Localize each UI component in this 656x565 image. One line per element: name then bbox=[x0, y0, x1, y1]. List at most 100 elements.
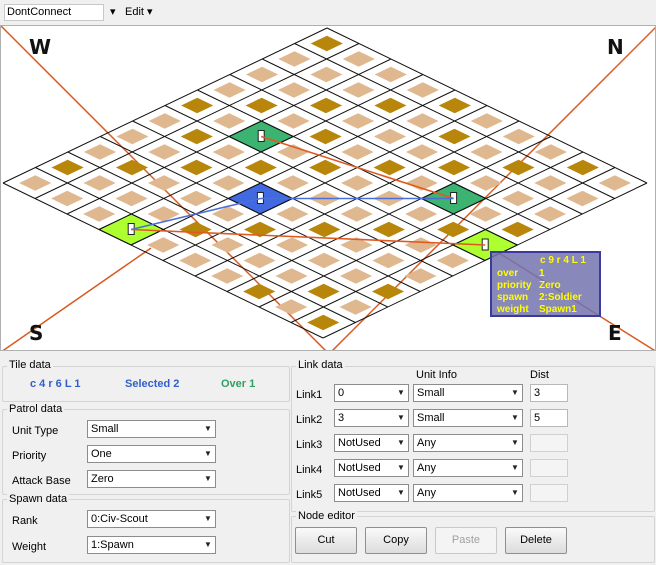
link-unit-select[interactable]: Small ▼ bbox=[413, 384, 523, 402]
link-dist-field[interactable]: 3 bbox=[530, 384, 568, 402]
link-dist-field[interactable] bbox=[530, 484, 568, 502]
unit-type-select[interactable]: Small ▼ bbox=[87, 420, 216, 438]
floor-tile bbox=[179, 190, 213, 207]
floor-tile bbox=[181, 97, 214, 114]
compass-north-label: N bbox=[607, 35, 624, 59]
link-unit-value: Any bbox=[417, 487, 436, 499]
delete-button[interactable]: Delete bbox=[505, 527, 567, 554]
link-target-select[interactable]: 0 ▼ bbox=[334, 384, 409, 402]
floor-tile bbox=[341, 113, 375, 129]
floor-tile bbox=[566, 159, 599, 176]
map-canvas[interactable]: W N S E c 9 r 4 L 1 over 1 priority Zero s… bbox=[0, 25, 656, 351]
link-target-value: NotUsed bbox=[338, 437, 381, 449]
weight-select[interactable]: 1:Spawn ▼ bbox=[87, 536, 216, 554]
spawn-data-title: Spawn data bbox=[7, 493, 70, 505]
floor-tile bbox=[83, 144, 117, 160]
chevron-down-icon: ▼ bbox=[204, 424, 212, 433]
floor-tile bbox=[341, 175, 374, 191]
floor-tile bbox=[339, 268, 373, 284]
floor-tile bbox=[275, 237, 309, 253]
attack-base-value: Zero bbox=[91, 473, 114, 485]
tooltip-key: weight bbox=[497, 304, 529, 315]
cut-button[interactable]: Cut bbox=[295, 527, 357, 554]
floor-tile bbox=[438, 128, 471, 145]
tooltip-row: over 1 bbox=[497, 268, 545, 280]
link-target-select[interactable]: NotUsed ▼ bbox=[334, 484, 409, 502]
dist-header: Dist bbox=[530, 369, 549, 381]
link-dist-field[interactable]: 5 bbox=[530, 409, 568, 427]
tooltip-row: weight Spawn1 bbox=[497, 304, 577, 316]
floor-tile bbox=[277, 82, 311, 98]
link-unit-select[interactable]: Any ▼ bbox=[413, 434, 523, 452]
floor-tile bbox=[436, 252, 469, 269]
copy-button[interactable]: Copy bbox=[365, 527, 427, 554]
floor-tile bbox=[307, 314, 340, 331]
floor-tile bbox=[212, 175, 245, 191]
link-target-select[interactable]: NotUsed ▼ bbox=[334, 434, 409, 452]
chevron-down-icon: ▼ bbox=[397, 463, 405, 472]
attack-base-select[interactable]: Zero ▼ bbox=[87, 470, 216, 488]
view-line bbox=[2, 247, 152, 350]
floor-tile bbox=[339, 299, 372, 315]
link-target-select[interactable]: 3 ▼ bbox=[334, 409, 409, 427]
floor-tile bbox=[277, 113, 310, 129]
floor-tile bbox=[309, 97, 343, 114]
link-unit-select[interactable]: Any ▼ bbox=[413, 484, 523, 502]
floor-tile bbox=[470, 113, 503, 129]
floor-tile bbox=[179, 252, 212, 269]
floor-tile bbox=[470, 144, 503, 160]
floor-tile bbox=[374, 66, 407, 83]
chevron-down-icon: ▼ bbox=[397, 413, 405, 422]
rank-select[interactable]: 0:Civ-Scout ▼ bbox=[87, 510, 216, 528]
link-target-value: 0 bbox=[338, 387, 345, 399]
attack-base-label: Attack Base bbox=[12, 475, 71, 487]
selected-count-text: Selected 2 bbox=[125, 378, 180, 390]
chevron-down-icon: ▼ bbox=[397, 488, 405, 497]
link-unit-select[interactable]: Small ▼ bbox=[413, 409, 523, 427]
floor-tile bbox=[51, 190, 84, 207]
compass-east-label: E bbox=[608, 321, 622, 345]
link-data-title: Link data bbox=[296, 359, 345, 371]
paste-button[interactable]: Paste bbox=[435, 527, 497, 554]
floor-tile bbox=[438, 97, 471, 114]
link-dist-field[interactable] bbox=[530, 459, 568, 477]
floor-tile bbox=[310, 35, 343, 52]
floor-tile bbox=[405, 206, 438, 222]
floor-tile bbox=[213, 82, 246, 98]
map-menu-button[interactable]: ▾ bbox=[110, 4, 116, 21]
link-unit-value: Small bbox=[417, 412, 445, 424]
floor-tile bbox=[308, 221, 341, 238]
link-label: Link3 bbox=[296, 439, 323, 451]
floor-tile bbox=[309, 159, 342, 176]
floor-tile bbox=[501, 221, 534, 238]
floor-tile bbox=[245, 97, 278, 114]
floor-tile bbox=[404, 268, 437, 284]
chevron-down-icon: ▼ bbox=[511, 488, 519, 497]
chevron-down-icon: ▼ bbox=[204, 540, 212, 549]
edit-menu-button[interactable]: Edit ▾ bbox=[125, 4, 153, 21]
floor-tile bbox=[244, 159, 277, 176]
floor-tile bbox=[342, 82, 375, 98]
floor-tile bbox=[533, 206, 567, 222]
link-target-value: NotUsed bbox=[338, 487, 381, 499]
floor-tile bbox=[243, 283, 276, 300]
floor-tile bbox=[275, 299, 308, 315]
floor-tile bbox=[83, 206, 116, 222]
link-dist-field[interactable] bbox=[530, 434, 568, 452]
link-target-select[interactable]: NotUsed ▼ bbox=[334, 459, 409, 477]
chevron-down-icon: ▼ bbox=[511, 388, 519, 397]
chevron-down-icon: ▼ bbox=[511, 413, 519, 422]
floor-tile bbox=[212, 144, 245, 160]
map-name-field[interactable]: DontConnect bbox=[4, 4, 104, 21]
priority-select[interactable]: One ▼ bbox=[87, 445, 216, 463]
floor-tile bbox=[501, 190, 535, 207]
floor-tile bbox=[310, 66, 343, 83]
floor-tile bbox=[341, 144, 374, 160]
link-unit-select[interactable]: Any ▼ bbox=[413, 459, 523, 477]
tooltip-row: priority Zero bbox=[497, 280, 561, 292]
floor-tile bbox=[278, 51, 311, 67]
compass-west-label: W bbox=[29, 35, 52, 59]
floor-tile bbox=[211, 268, 244, 284]
floor-tile bbox=[598, 175, 631, 191]
floor-tile bbox=[405, 144, 439, 160]
